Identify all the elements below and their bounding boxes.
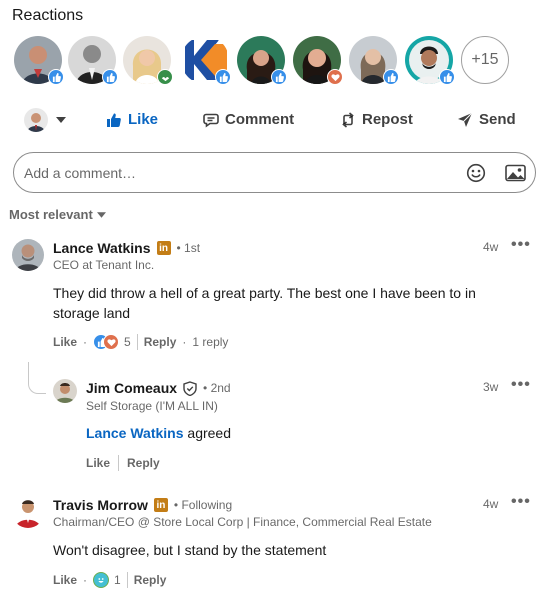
image-icon[interactable] (505, 163, 526, 183)
comment-label: Comment (225, 111, 295, 128)
more-reactions-button[interactable]: +15 (461, 36, 509, 84)
love-reaction-icon (327, 69, 343, 85)
commenter-headline: Chairman/CEO @ Store Local Corp | Financ… (53, 515, 432, 529)
replier-avatar[interactable] (53, 379, 77, 403)
reactor-avatar[interactable] (123, 36, 173, 85)
divider (126, 572, 128, 588)
reply-timestamp: 3w (483, 380, 499, 394)
reactor-avatar[interactable] (405, 36, 455, 85)
reactor-avatar[interactable] (349, 36, 399, 85)
like-reaction-icon (102, 69, 118, 85)
current-user-avatar (24, 108, 48, 132)
divider (136, 334, 138, 350)
like-reaction-icon (439, 69, 455, 85)
reply-actions: Like Reply (86, 455, 160, 471)
comment-like-button[interactable]: Like (53, 573, 77, 587)
commenter-headline: CEO at Tenant Inc. (53, 258, 155, 272)
more-options-icon[interactable]: ••• (511, 236, 531, 254)
reaction-icons (93, 334, 120, 350)
repost-label: Repost (362, 111, 413, 128)
comment-actions: Like · 5 Reply · 1 reply (53, 334, 229, 350)
premium-icon: in (153, 498, 168, 512)
comment-author-line: Lance Watkins in • 1st (53, 240, 200, 256)
more-options-icon[interactable]: ••• (511, 493, 531, 511)
commenter-name[interactable]: Lance Watkins (53, 240, 151, 256)
reactor-avatar[interactable] (14, 36, 64, 85)
love-reaction-icon (103, 334, 120, 350)
like-reaction-icon (271, 69, 287, 85)
comment-author-line: Travis Morrow in • Following (53, 497, 232, 513)
reactions-title: Reactions (12, 7, 84, 24)
replier-name[interactable]: Jim Comeaux (86, 380, 177, 396)
comment-text: Won't disagree, but I stand by the state… (53, 542, 327, 558)
reactor-avatar[interactable] (68, 36, 118, 85)
emoji-icon[interactable] (466, 163, 486, 183)
comment-icon (203, 113, 219, 128)
sort-dropdown[interactable]: Most relevant (9, 207, 106, 222)
comment-button[interactable]: Comment (203, 111, 294, 128)
divider (118, 455, 120, 471)
repost-button[interactable]: Repost (340, 111, 413, 128)
reply-reply-button[interactable]: Reply (127, 456, 160, 470)
comment-text: They did throw a hell of a great party. … (53, 285, 476, 321)
comment-input[interactable] (24, 161, 444, 185)
support-reaction-icon (157, 69, 173, 85)
comment-timestamp: 4w (483, 240, 499, 254)
like-reaction-icon (383, 69, 399, 85)
send-button[interactable]: Send (457, 111, 516, 128)
reactor-avatar[interactable] (237, 36, 287, 85)
comment-reply-button[interactable]: Reply (134, 573, 167, 587)
send-label: Send (479, 111, 516, 128)
connection-degree: • Following (173, 498, 233, 512)
caret-down-icon (56, 117, 66, 123)
replier-headline: Self Storage (I'M ALL IN) (86, 399, 218, 413)
like-label: Like (128, 111, 159, 128)
connection-degree: • 2nd (203, 381, 231, 395)
repost-icon (342, 111, 354, 128)
actor-switcher[interactable] (24, 108, 66, 132)
commenter-name[interactable]: Travis Morrow (53, 497, 148, 513)
commenter-avatar[interactable] (12, 239, 44, 271)
thumbs-up-icon (107, 113, 121, 127)
reaction-summary[interactable]: 5 (93, 334, 131, 350)
reaction-count: 1 (114, 573, 121, 587)
reply-text-body: agreed (183, 425, 231, 441)
reactor-avatar[interactable] (293, 36, 343, 85)
reply-text: Lance Watkins agreed (86, 423, 231, 443)
like-reaction-icon (215, 69, 231, 85)
reply-like-button[interactable]: Like (86, 456, 110, 470)
reply-author-line: Jim Comeaux • 2nd (86, 380, 231, 396)
comment-like-button[interactable]: Like (53, 335, 77, 349)
reply-count[interactable]: 1 reply (192, 335, 228, 349)
caret-down-icon (96, 211, 106, 218)
verified-shield-icon (183, 380, 197, 396)
mention-link[interactable]: Lance Watkins (86, 425, 184, 441)
reaction-count: 5 (124, 335, 131, 349)
like-reaction-icon (48, 69, 64, 85)
sort-label: Most relevant (9, 207, 93, 222)
send-icon (458, 112, 473, 127)
funny-reaction-icon (93, 572, 110, 588)
reactor-avatar[interactable] (181, 36, 231, 85)
premium-icon: in (156, 241, 171, 255)
like-button[interactable]: Like (106, 111, 158, 128)
comment-actions: Like · 1 Reply (53, 572, 167, 588)
comment-box[interactable] (13, 152, 536, 193)
thread-connector (28, 362, 46, 394)
reaction-summary[interactable]: 1 (93, 572, 121, 588)
connection-degree: • 1st (176, 241, 201, 255)
comment-timestamp: 4w (483, 497, 499, 511)
comment-reply-button[interactable]: Reply (144, 335, 177, 349)
more-options-icon[interactable]: ••• (511, 376, 531, 394)
commenter-avatar[interactable] (12, 496, 44, 528)
